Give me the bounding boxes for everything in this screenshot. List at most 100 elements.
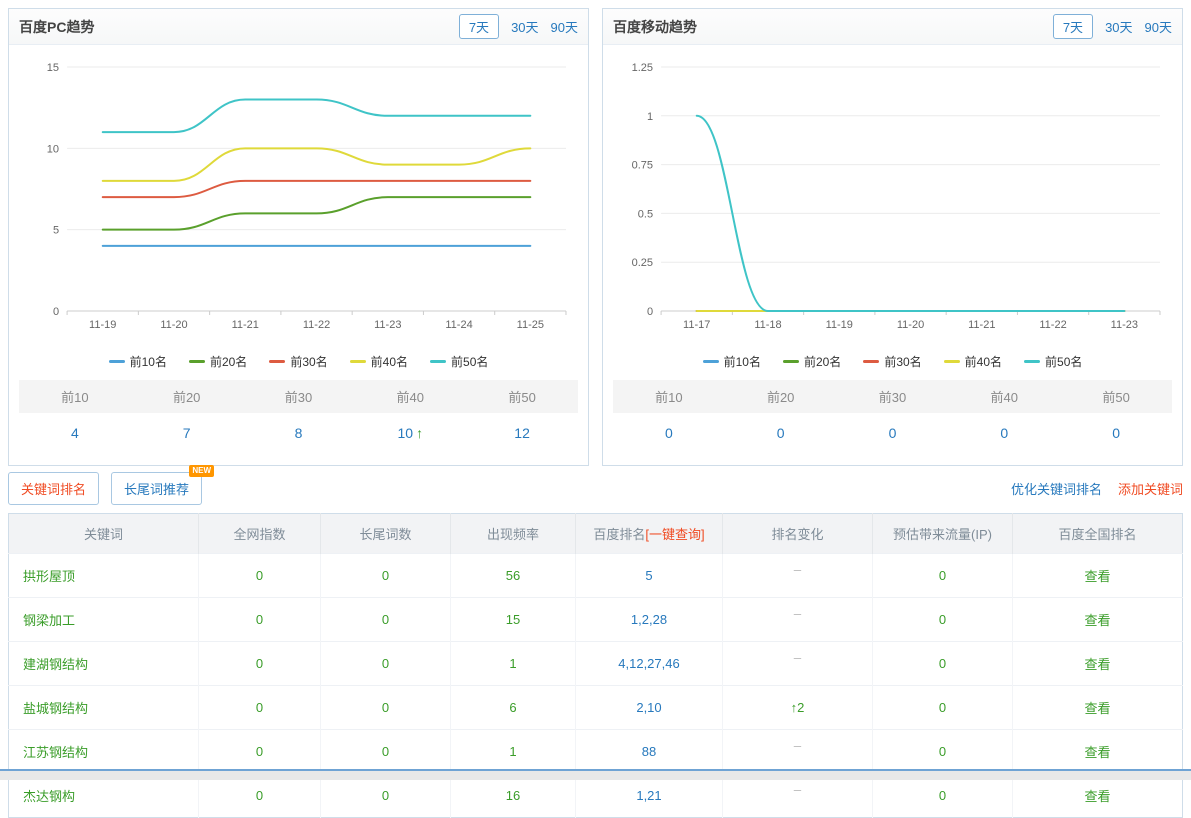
legend-item[interactable]: 前30名 xyxy=(863,353,921,370)
index-cell: 0 xyxy=(256,568,263,583)
keyword-cell-container: 江苏钢结构 xyxy=(9,730,199,774)
legend-label: 前40名 xyxy=(371,353,408,370)
baidu-rank-link-container: 1,21 xyxy=(576,774,723,818)
view-link[interactable]: 查看 xyxy=(1084,569,1110,584)
summary-header-cell: 前40 xyxy=(948,380,1060,413)
legend-item[interactable]: 前10名 xyxy=(703,353,761,370)
baidu-rank-link[interactable]: 2,10 xyxy=(636,700,661,715)
range-button-7天[interactable]: 7天 xyxy=(1053,14,1093,39)
longtail-cell: 0 xyxy=(382,612,389,627)
legend-label: 前20名 xyxy=(210,353,247,370)
index-cell-container: 0 xyxy=(199,598,321,642)
view-link[interactable]: 查看 xyxy=(1084,613,1110,628)
view-link[interactable]: 查看 xyxy=(1084,745,1110,760)
range-button-7天[interactable]: 7天 xyxy=(459,14,499,39)
baidu-rank-link[interactable]: 1,2,28 xyxy=(631,612,667,627)
range-button-30天[interactable]: 30天 xyxy=(1105,17,1132,36)
page-bottom-strip xyxy=(0,769,1191,780)
pc-panel-title: 百度PC趋势 xyxy=(19,17,94,37)
index-cell: 0 xyxy=(256,612,263,627)
svg-text:0: 0 xyxy=(647,306,653,318)
mobile-panel-header: 百度移动趋势 7天30天90天 xyxy=(603,9,1182,45)
longtail-cell: 0 xyxy=(382,788,389,803)
longtail-cell: 0 xyxy=(382,700,389,715)
view-link[interactable]: 查看 xyxy=(1084,789,1110,804)
traffic-cell: 0 xyxy=(939,612,946,627)
legend-label: 前50名 xyxy=(451,353,488,370)
tab-longtail-suggest[interactable]: 长尾词推荐 NEW xyxy=(111,472,202,505)
svg-text:1: 1 xyxy=(647,111,653,123)
tab-keyword-ranking[interactable]: 关键词排名 xyxy=(8,472,99,505)
longtail-cell-container: 0 xyxy=(321,774,451,818)
view-link[interactable]: 查看 xyxy=(1084,657,1110,672)
view-link[interactable]: 查看 xyxy=(1084,701,1110,716)
summary-value-cell: 12 xyxy=(466,413,578,453)
baidu-rank-link-container: 2,10 xyxy=(576,686,723,730)
range-button-90天[interactable]: 90天 xyxy=(1145,17,1172,36)
legend-label: 前50名 xyxy=(1045,353,1082,370)
pc-chart-legend: 前10名 前20名 前30名 前40名 前50名 xyxy=(9,351,588,378)
traffic-cell-container: 0 xyxy=(873,774,1013,818)
table-header-label: 百度全国排名 xyxy=(1058,527,1136,542)
svg-text:11-19: 11-19 xyxy=(89,319,116,331)
longtail-cell: 0 xyxy=(382,568,389,583)
table-row: 建湖钢结构0014,12,27,46¯0查看 xyxy=(9,642,1183,686)
svg-text:11-18: 11-18 xyxy=(754,319,781,331)
legend-item[interactable]: 前40名 xyxy=(944,353,1002,370)
view-link-container: 查看 xyxy=(1013,642,1183,686)
add-keyword-link[interactable]: 添加关键词 xyxy=(1118,479,1183,498)
keyword-cell-container: 盐城钢结构 xyxy=(9,686,199,730)
svg-text:11-20: 11-20 xyxy=(897,319,924,331)
keyword-cell: 盐城钢结构 xyxy=(23,701,88,716)
legend-item[interactable]: 前40名 xyxy=(350,353,408,370)
table-header-label: 关键词 xyxy=(84,527,123,542)
index-cell: 0 xyxy=(256,656,263,671)
frequency-cell-container: 1 xyxy=(451,642,576,686)
baidu-rank-link[interactable]: 88 xyxy=(642,744,656,759)
legend-line-swatch-icon xyxy=(269,360,285,363)
table-header-6: 预估带来流量(IP) xyxy=(873,514,1013,554)
traffic-cell: 0 xyxy=(939,656,946,671)
legend-item[interactable]: 前10名 xyxy=(109,353,167,370)
baidu-rank-link[interactable]: 4,12,27,46 xyxy=(618,656,679,671)
baidu-rank-link[interactable]: 5 xyxy=(645,568,652,583)
legend-item[interactable]: 前20名 xyxy=(783,353,841,370)
range-button-30天[interactable]: 30天 xyxy=(511,17,538,36)
mobile-trend-chart: 00.250.50.7511.2511-1711-1811-1911-2011-… xyxy=(609,51,1176,351)
change-cell-container: ↑2 xyxy=(723,686,873,730)
legend-line-swatch-icon xyxy=(1024,360,1040,363)
frequency-cell: 56 xyxy=(506,568,520,583)
summary-value-cell: 0 xyxy=(837,413,949,453)
pc-summary: 前10前20前30前40前50 47810↑12 xyxy=(19,380,578,453)
index-cell-container: 0 xyxy=(199,554,321,598)
keyword-cell-container: 钢梁加工 xyxy=(9,598,199,642)
quick-query-link[interactable]: [一键查询] xyxy=(645,527,704,542)
table-header-2: 长尾词数 xyxy=(321,514,451,554)
legend-item[interactable]: 前30名 xyxy=(269,353,327,370)
pc-summary-headers: 前10前20前30前40前50 xyxy=(19,380,578,413)
legend-item[interactable]: 前50名 xyxy=(1024,353,1082,370)
keyword-action-links: 优化关键词排名 添加关键词 xyxy=(1011,479,1183,498)
keyword-cell: 拱形屋顶 xyxy=(23,569,75,584)
view-link-container: 查看 xyxy=(1013,774,1183,818)
traffic-cell: 0 xyxy=(939,788,946,803)
optimize-keywords-link[interactable]: 优化关键词排名 xyxy=(1011,479,1102,498)
legend-line-swatch-icon xyxy=(189,360,205,363)
legend-item[interactable]: 前50名 xyxy=(430,353,488,370)
svg-text:11-23: 11-23 xyxy=(1111,319,1138,331)
pc-range-switcher: 7天 30天 90天 xyxy=(459,14,578,39)
frequency-cell-container: 15 xyxy=(451,598,576,642)
range-button-90天[interactable]: 90天 xyxy=(551,17,578,36)
view-link-container: 查看 xyxy=(1013,554,1183,598)
svg-text:0.75: 0.75 xyxy=(632,160,653,172)
svg-text:0.5: 0.5 xyxy=(638,208,653,220)
legend-item[interactable]: 前20名 xyxy=(189,353,247,370)
rank-change-none: ¯ xyxy=(794,568,801,583)
baidu-rank-link[interactable]: 1,21 xyxy=(636,788,661,803)
index-cell-container: 0 xyxy=(199,686,321,730)
summary-value-cell: 0 xyxy=(1060,413,1172,453)
svg-text:15: 15 xyxy=(47,62,59,74)
legend-line-swatch-icon xyxy=(350,360,366,363)
longtail-cell-container: 0 xyxy=(321,686,451,730)
traffic-cell-container: 0 xyxy=(873,554,1013,598)
